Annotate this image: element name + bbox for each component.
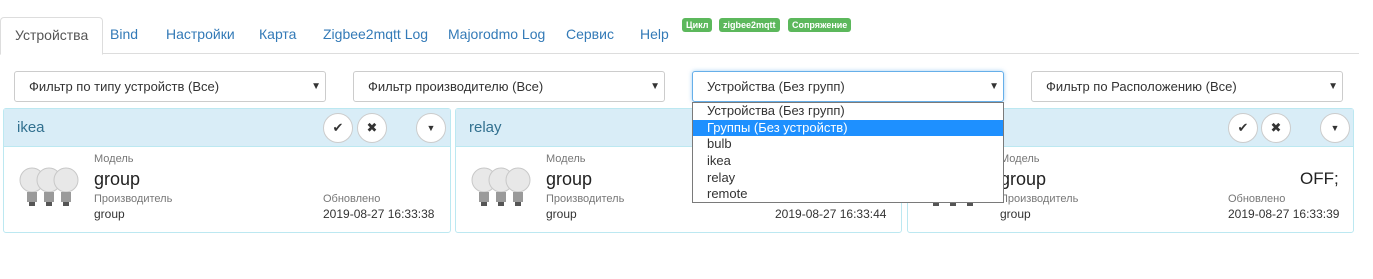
tab-zigbee2mqtt-log[interactable]: Zigbee2mqtt Log <box>309 17 442 54</box>
option-relay[interactable]: relay <box>693 170 1003 187</box>
option-groups-no-devices[interactable]: Группы (Без устройств) <box>693 119 1003 137</box>
model-value: group <box>546 169 593 189</box>
panel-title[interactable]: relay <box>469 119 502 136</box>
chevron-down-icon: ▼ <box>1328 81 1338 92</box>
model-value: group <box>94 169 141 189</box>
close-icon[interactable]: ✖ <box>1261 113 1291 143</box>
manufacturer-filter-value: Фильтр производителю (Все) <box>368 79 544 94</box>
chevron-down-icon: ▼ <box>989 81 999 92</box>
tab-help[interactable]: Help <box>626 17 683 54</box>
manufacturer-label: Производитель <box>94 193 173 205</box>
bulbs-icon <box>19 167 79 206</box>
updated-value: 2019-08-27 16:33:38 <box>323 207 435 221</box>
manufacturer-value: group <box>94 207 125 221</box>
check-icon[interactable]: ✔ <box>323 113 353 143</box>
option-devices-no-groups[interactable]: Устройства (Без групп) <box>693 103 1003 120</box>
bulbs-icon <box>471 167 531 206</box>
panel-title[interactable]: ikea <box>17 119 45 136</box>
check-icon[interactable]: ✔ <box>1228 113 1258 143</box>
tab-bind[interactable]: Bind <box>96 17 152 54</box>
tab-majordomo-log[interactable]: Majorodmo Log <box>434 17 559 54</box>
manufacturer-value: group <box>546 207 577 221</box>
tab-map[interactable]: Карта <box>245 17 310 54</box>
option-bulb[interactable]: bulb <box>693 136 1003 153</box>
model-label: Модель <box>546 153 586 165</box>
device-type-filter-value: Фильтр по типу устройств (Все) <box>29 79 220 94</box>
groups-filter-options: Устройства (Без групп) Группы (Без устро… <box>692 102 1004 203</box>
state-value: OFF; <box>1300 169 1339 188</box>
updated-label: Обновлено <box>323 193 381 205</box>
model-value: group <box>1000 169 1047 189</box>
panel-header: ikea ✔ ✖ ▼ <box>4 109 450 147</box>
zigbee2mqtt-badge[interactable]: zigbee2mqtt <box>719 18 780 32</box>
groups-filter-value: Устройства (Без групп) <box>707 79 845 94</box>
manufacturer-label: Производитель <box>1000 193 1079 205</box>
option-remote[interactable]: remote <box>693 186 1003 203</box>
groups-filter[interactable]: Устройства (Без групп) ▼ <box>692 71 1004 102</box>
caret-down-icon[interactable]: ▼ <box>1320 113 1350 143</box>
manufacturer-value: group <box>1000 207 1031 221</box>
caret-down-icon[interactable]: ▼ <box>416 113 446 143</box>
cycle-badge[interactable]: Цикл <box>682 18 713 32</box>
device-type-filter[interactable]: Фильтр по типу устройств (Все) ▼ <box>14 71 326 102</box>
location-filter[interactable]: Фильтр по Расположению (Все) ▼ <box>1031 71 1343 102</box>
model-label: Модель <box>1000 153 1040 165</box>
chevron-down-icon: ▼ <box>650 81 660 92</box>
chevron-down-icon: ▼ <box>311 81 321 92</box>
main-tabs: Устройства Bind Настройки Карта Zigbee2m… <box>0 0 1359 55</box>
updated-value: 2019-08-27 16:33:39 <box>1228 207 1340 221</box>
tab-service[interactable]: Сервис <box>552 17 628 54</box>
option-ikea[interactable]: ikea <box>693 153 1003 170</box>
tab-devices[interactable]: Устройства <box>0 17 104 55</box>
device-panel-ikea: ikea ✔ ✖ ▼ Модель group Производитель gr… <box>3 108 451 233</box>
tab-settings[interactable]: Настройки <box>152 17 249 54</box>
manufacturer-filter[interactable]: Фильтр производителю (Все) ▼ <box>353 71 665 102</box>
pairing-badge[interactable]: Сопряжение <box>788 18 852 32</box>
updated-value: 2019-08-27 16:33:44 <box>775 207 887 221</box>
updated-label: Обновлено <box>1228 193 1286 205</box>
manufacturer-label: Производитель <box>546 193 625 205</box>
close-icon[interactable]: ✖ <box>357 113 387 143</box>
location-filter-value: Фильтр по Расположению (Все) <box>1046 79 1237 94</box>
model-label: Модель <box>94 153 134 165</box>
